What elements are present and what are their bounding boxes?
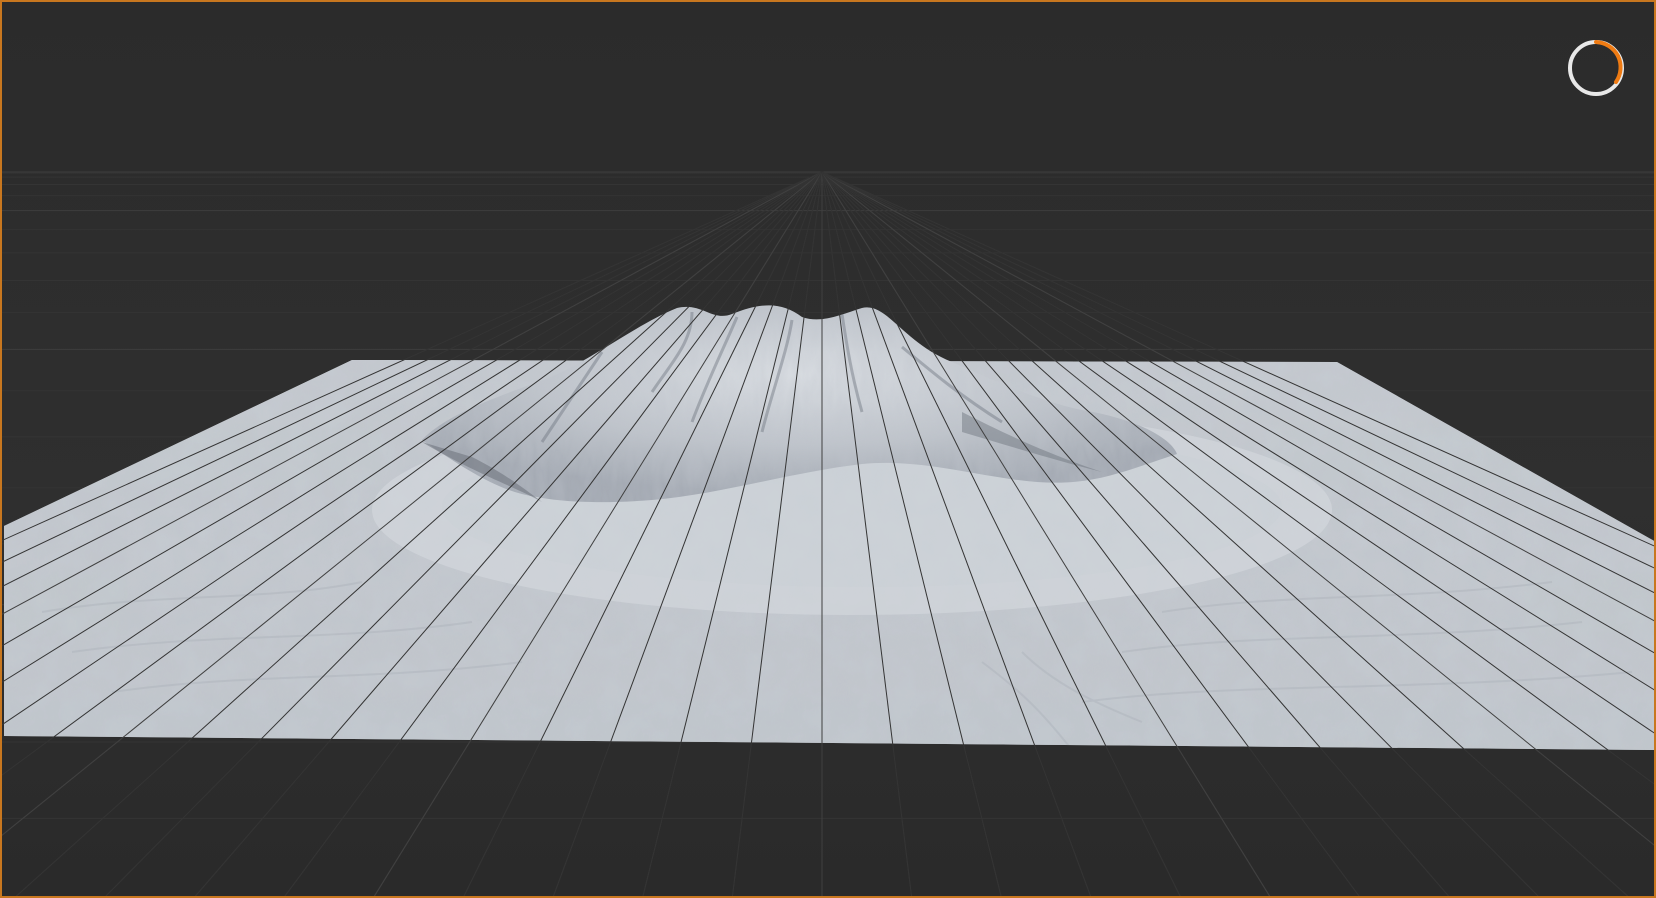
3d-viewport[interactable] (0, 0, 1656, 898)
3d-scene[interactable] (2, 2, 1656, 898)
spinner-ring-icon (1568, 40, 1624, 96)
